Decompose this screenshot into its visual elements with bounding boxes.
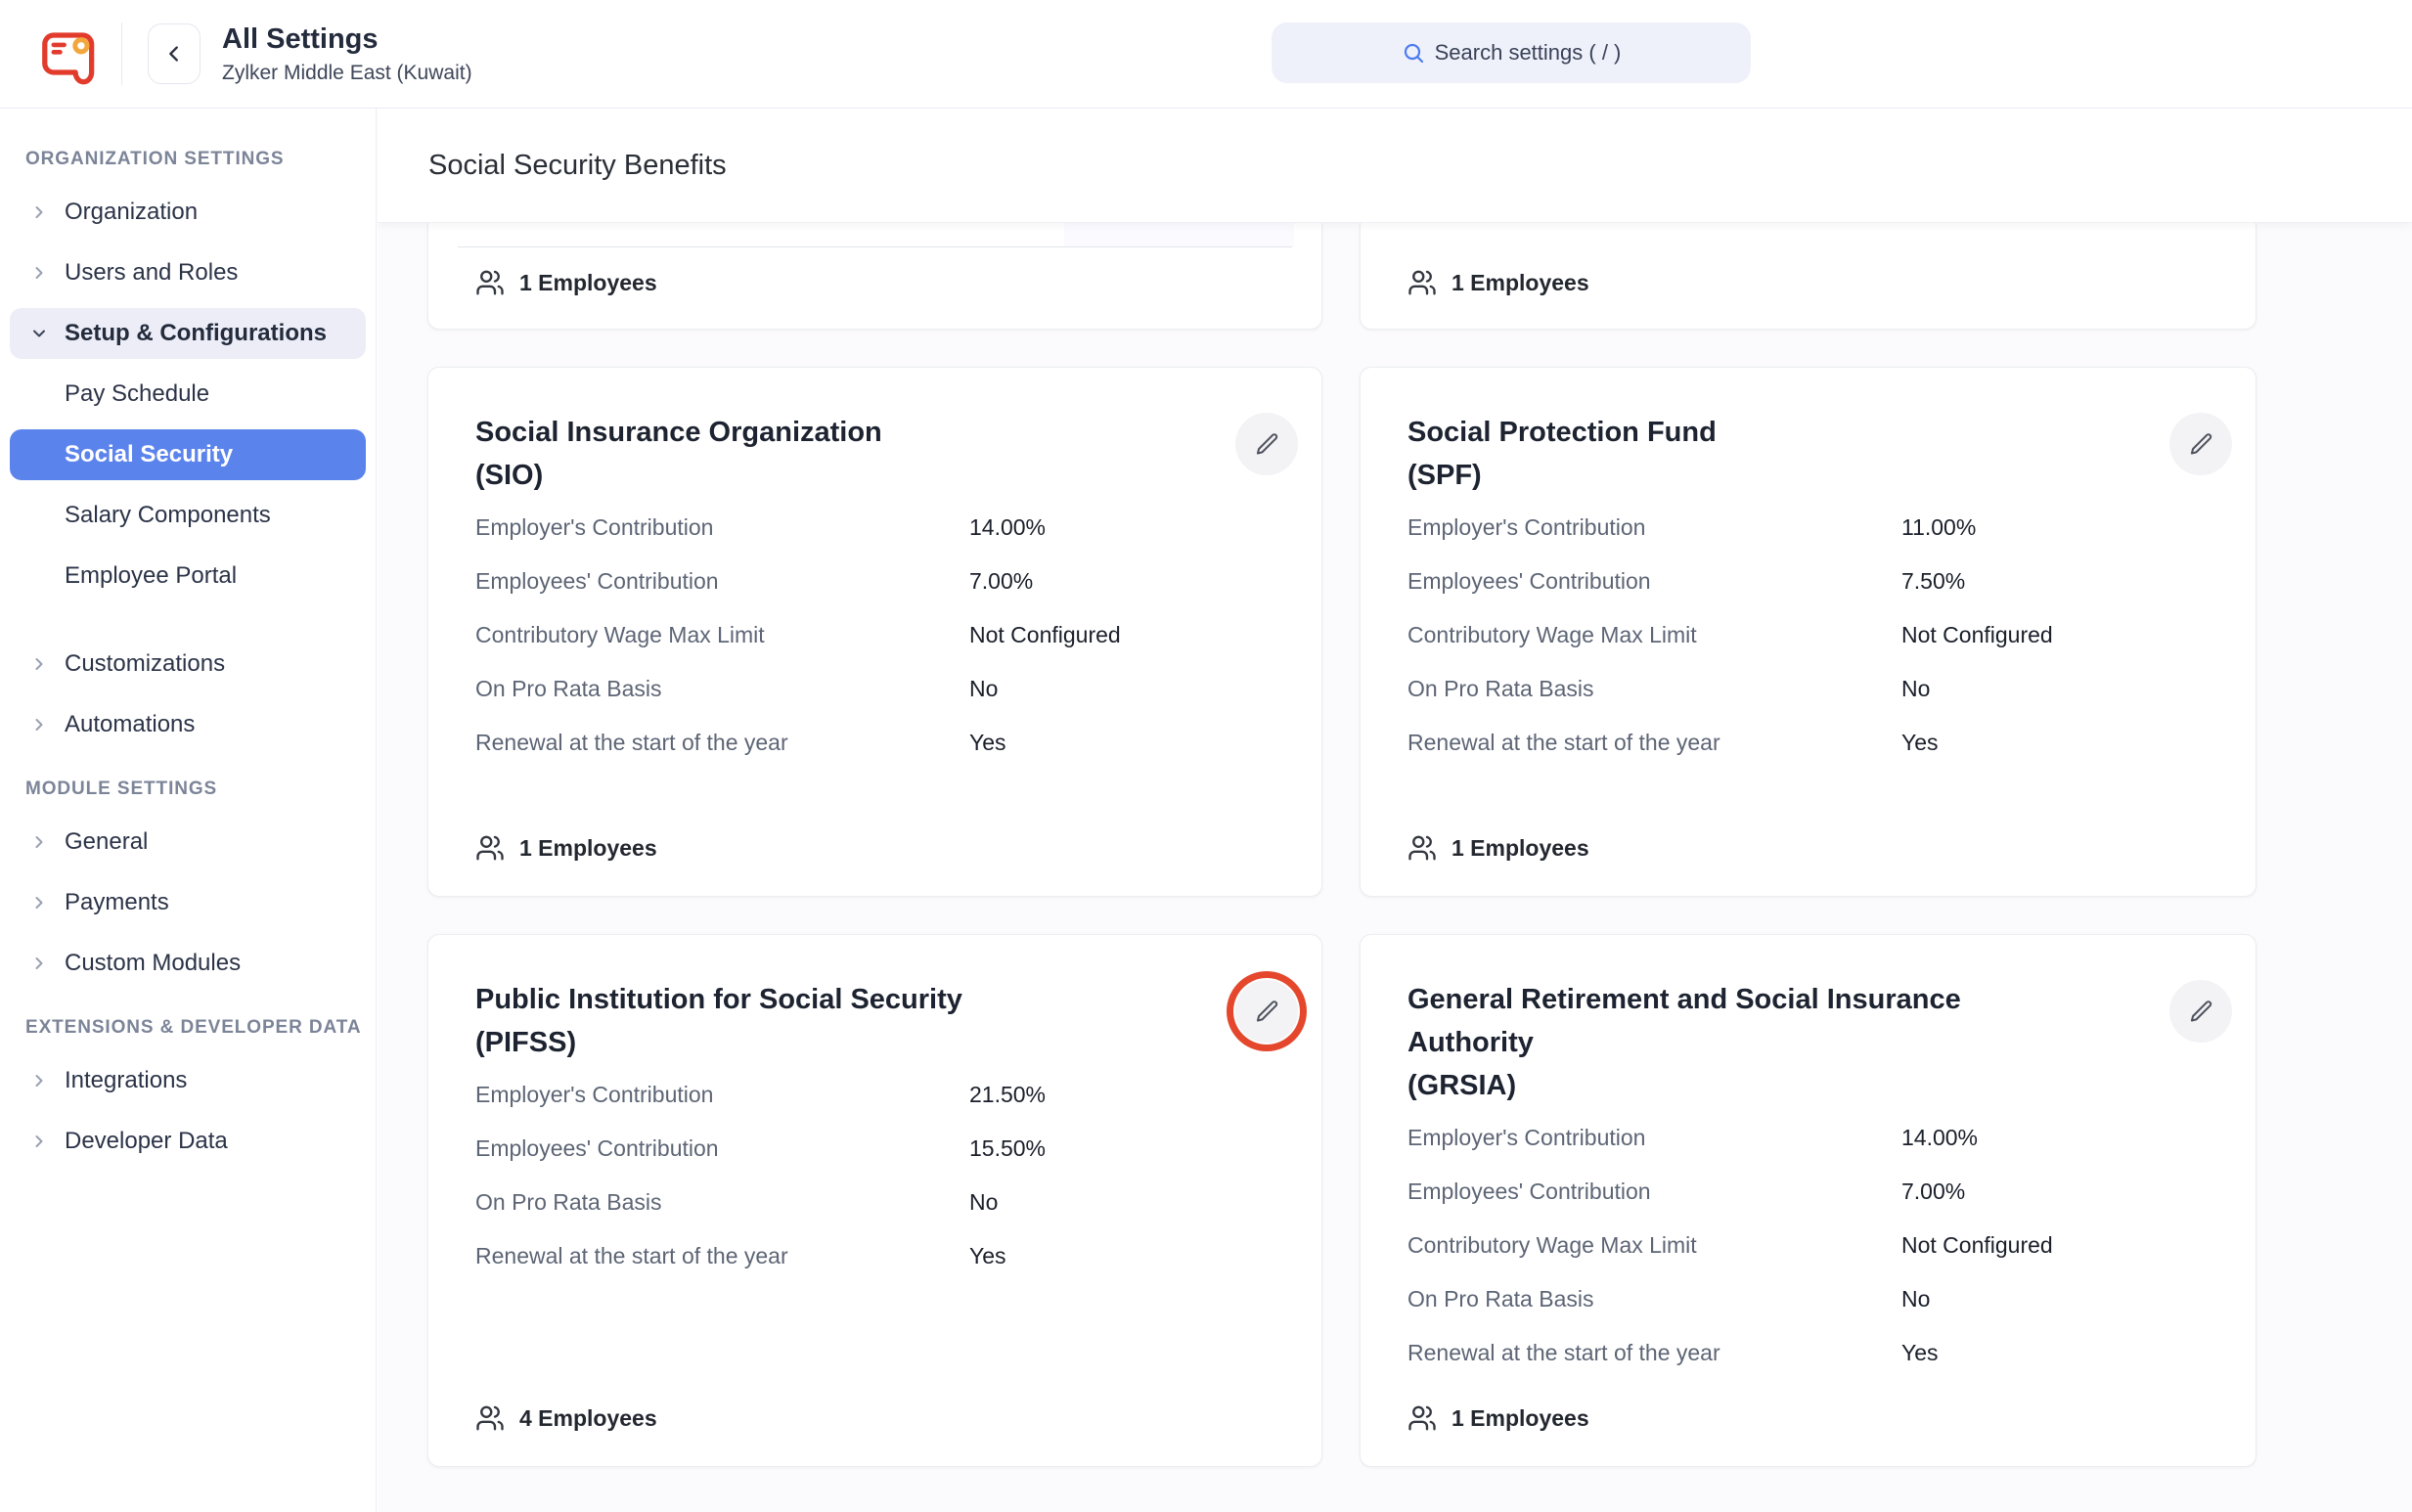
detail-row: Renewal at the start of the yearYes <box>1407 1338 2209 1367</box>
back-button[interactable] <box>148 23 201 84</box>
sidebar-item-custom-modules[interactable]: Custom Modules <box>10 938 366 989</box>
card-sio: Social Insurance Organization (SIO) Empl… <box>427 367 1322 897</box>
detail-row: Renewal at the start of the yearYes <box>1407 728 2209 757</box>
detail-row: On Pro Rata BasisNo <box>475 1187 1274 1217</box>
detail-row: On Pro Rata BasisNo <box>1407 674 2209 703</box>
users-icon <box>1407 268 1437 297</box>
section-organization-settings: ORGANIZATION SETTINGS <box>25 150 376 169</box>
users-icon <box>1407 1403 1437 1433</box>
detail-row: Contributory Wage Max LimitNot Configure… <box>1407 620 2209 649</box>
card-spf: Social Protection Fund (SPF) Employer's … <box>1360 367 2256 897</box>
detail-row: Employees' Contribution7.00% <box>1407 1177 2209 1206</box>
card-divider <box>458 246 1292 247</box>
chevron-right-icon <box>29 654 55 674</box>
detail-row: On Pro Rata BasisNo <box>1407 1284 2209 1313</box>
card-partial-left: 1 Employees <box>427 223 1322 330</box>
chevron-right-icon <box>29 954 55 973</box>
search-settings-input[interactable]: Search settings ( / ) <box>1272 22 1751 83</box>
organization-name: Zylker Middle East (Kuwait) <box>222 61 472 85</box>
card-pifss: Public Institution for Social Security (… <box>427 934 1322 1467</box>
page-header-title: All Settings <box>222 22 472 56</box>
search-placeholder: Search settings ( / ) <box>1435 40 1622 66</box>
topbar: All Settings Zylker Middle East (Kuwait)… <box>0 0 2412 109</box>
employees-footer: 1 Employees <box>475 833 1274 863</box>
main-header: Social Security Benefits <box>378 109 2412 222</box>
detail-row: Renewal at the start of the yearYes <box>475 1241 1274 1270</box>
detail-rows: Employer's Contribution21.50% Employees'… <box>475 1080 1274 1295</box>
detail-row: Renewal at the start of the yearYes <box>475 728 1274 757</box>
users-icon <box>475 268 505 297</box>
chevron-down-icon <box>29 324 55 343</box>
sidebar-item-pay-schedule[interactable]: Pay Schedule <box>10 369 366 420</box>
edit-button[interactable] <box>2169 980 2232 1043</box>
payroll-logo-icon[interactable] <box>37 19 106 89</box>
detail-row: On Pro Rata BasisNo <box>475 674 1274 703</box>
chevron-right-icon <box>29 202 55 222</box>
card-title: Public Institution for Social Security (… <box>475 978 1160 1064</box>
card-title: Social Protection Fund (SPF) <box>1407 411 2092 497</box>
pencil-icon <box>1254 999 1280 1025</box>
chevron-right-icon <box>29 893 55 912</box>
chevron-right-icon <box>29 832 55 852</box>
sidebar-item-organization[interactable]: Organization <box>10 187 366 238</box>
sidebar-item-setup-configurations[interactable]: Setup & Configurations <box>10 308 366 359</box>
users-icon <box>475 1403 505 1433</box>
chevron-right-icon <box>29 715 55 734</box>
sidebar-item-integrations[interactable]: Integrations <box>10 1055 366 1106</box>
section-extensions-developer-data: EXTENSIONS & DEVELOPER DATA <box>25 1018 376 1038</box>
detail-rows: Employer's Contribution11.00% Employees'… <box>1407 512 2209 781</box>
pencil-icon <box>2188 431 2214 458</box>
edit-button[interactable] <box>1235 413 1298 475</box>
employees-footer: 1 Employees <box>475 268 1274 297</box>
cards-grid: 1 Employees 1 Employees Social Insurance… <box>427 223 2412 1467</box>
section-module-settings: MODULE SETTINGS <box>25 779 376 799</box>
page-title: Social Security Benefits <box>428 150 727 182</box>
sidebar-item-payments[interactable]: Payments <box>10 877 366 928</box>
detail-rows: Employer's Contribution14.00% Employees'… <box>475 512 1274 781</box>
chevron-right-icon <box>29 1071 55 1090</box>
card-grsia: General Retirement and Social Insurance … <box>1360 934 2256 1467</box>
sidebar-item-employee-portal[interactable]: Employee Portal <box>10 551 366 601</box>
employees-footer: 1 Employees <box>1407 1403 2209 1433</box>
users-icon <box>1407 833 1437 863</box>
detail-row: Employer's Contribution14.00% <box>475 512 1274 542</box>
chevron-left-icon <box>163 43 185 65</box>
detail-row: Employees' Contribution7.50% <box>1407 566 2209 596</box>
detail-rows: Employer's Contribution14.00% Employees'… <box>1407 1123 2209 1392</box>
card-partial-right: 1 Employees <box>1360 223 2256 330</box>
sidebar-item-developer-data[interactable]: Developer Data <box>10 1116 366 1167</box>
employees-footer: 1 Employees <box>1407 268 2209 297</box>
search-icon <box>1402 41 1425 65</box>
edit-button[interactable] <box>2169 413 2232 475</box>
detail-row: Employees' Contribution15.50% <box>475 1134 1274 1163</box>
employees-footer: 1 Employees <box>1407 833 2209 863</box>
sidebar-item-automations[interactable]: Automations <box>10 699 366 750</box>
detail-row: Employer's Contribution21.50% <box>475 1080 1274 1109</box>
pencil-icon <box>2188 999 2214 1025</box>
header-title-block: All Settings Zylker Middle East (Kuwait) <box>222 22 472 85</box>
sidebar-item-salary-components[interactable]: Salary Components <box>10 490 366 541</box>
card-title: General Retirement and Social Insurance … <box>1407 978 2092 1107</box>
chevron-right-icon <box>29 1132 55 1151</box>
settings-sidebar: ORGANIZATION SETTINGS Organization Users… <box>0 109 377 1512</box>
detail-row: Employer's Contribution14.00% <box>1407 1123 2209 1152</box>
users-icon <box>475 833 505 863</box>
detail-row: Contributory Wage Max LimitNot Configure… <box>1407 1230 2209 1260</box>
scrolled-row-remnant <box>1064 223 1294 246</box>
sidebar-item-general[interactable]: General <box>10 817 366 867</box>
edit-button-highlighted[interactable] <box>1235 980 1298 1043</box>
detail-row: Employer's Contribution11.00% <box>1407 512 2209 542</box>
pencil-icon <box>1254 431 1280 458</box>
detail-row: Contributory Wage Max LimitNot Configure… <box>475 620 1274 649</box>
detail-row: Employees' Contribution7.00% <box>475 566 1274 596</box>
sidebar-item-customizations[interactable]: Customizations <box>10 639 366 689</box>
sidebar-item-social-security[interactable]: Social Security <box>10 429 366 480</box>
main-content: 1 Employees 1 Employees Social Insurance… <box>378 223 2412 1512</box>
chevron-right-icon <box>29 263 55 283</box>
sidebar-item-users-and-roles[interactable]: Users and Roles <box>10 247 366 298</box>
header-divider <box>121 22 122 85</box>
employees-footer: 4 Employees <box>475 1403 1274 1433</box>
card-title: Social Insurance Organization (SIO) <box>475 411 1160 497</box>
